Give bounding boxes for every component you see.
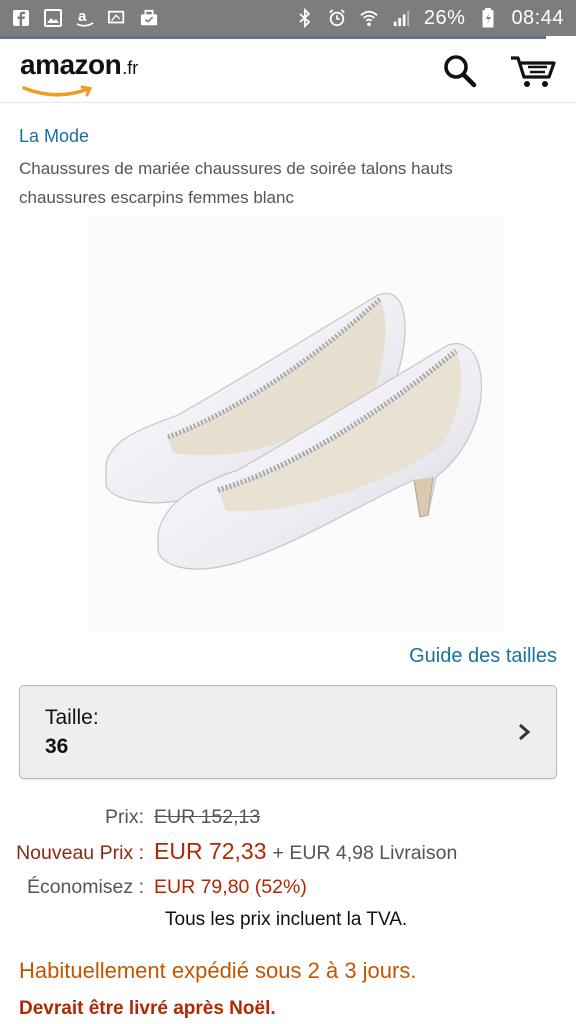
svg-text:a: a (78, 8, 87, 25)
battery-icon (479, 8, 497, 28)
chevron-right-icon (514, 720, 534, 744)
wifi-icon (360, 9, 378, 27)
signal-icon (392, 9, 410, 27)
shipping-cost: + EUR 4,98 Livraison (272, 842, 458, 864)
status-bar: a 26% 08:44 (0, 0, 576, 36)
white-satin-pumps-image (105, 292, 482, 570)
product-title: Chaussures de mariée chaussures de soiré… (19, 159, 453, 207)
search-icon (444, 55, 477, 88)
size-guide-link[interactable]: Guide des tailles (409, 645, 557, 668)
briefcase-icon (140, 9, 158, 27)
list-price-value: EUR 152,13 (154, 806, 261, 828)
tva-note: Tous les prix incluent la TVA. (165, 909, 408, 930)
gallery-icon (44, 9, 62, 27)
logo-tld: .fr (122, 58, 139, 78)
status-left-icons: a (12, 8, 158, 27)
battery-percent: 26% (423, 6, 466, 29)
facebook-icon (12, 9, 30, 27)
search-button[interactable] (440, 51, 480, 91)
logo-wordmark: amazon (20, 49, 122, 80)
amazon-icon: a (76, 8, 94, 27)
delivery-note: Devrait être livré après Noël. (19, 998, 276, 1019)
list-price-row: Prix: EUR 152,13 (0, 806, 260, 829)
savings-value: EUR 79,80 (52%) (154, 876, 307, 898)
savings-label: Économisez : (26, 876, 144, 898)
size-label: Taille: (45, 706, 99, 729)
screen-icon (108, 9, 126, 27)
size-selector[interactable]: Taille: 36 (19, 685, 557, 779)
clock: 08:44 (511, 6, 564, 29)
bluetooth-icon (296, 8, 314, 28)
cart-icon (511, 56, 556, 87)
alarm-icon (328, 9, 346, 27)
logo-smile-icon (22, 85, 93, 97)
amazon-logo[interactable]: amazon .fr (20, 49, 139, 97)
cart-button[interactable] (508, 51, 558, 91)
new-price-value: EUR 72,33 (154, 838, 267, 864)
breadcrumb-category[interactable]: La Mode (19, 126, 89, 147)
savings-row: Économisez : EUR 79,80 (52%) (0, 876, 307, 899)
new-price-label: Nouveau Prix : (16, 842, 144, 864)
new-price-row: Nouveau Prix : EUR 72,33 + EUR 4,98 Livr… (0, 838, 457, 865)
availability-text: Habituellement expédié sous 2 à 3 jours. (19, 958, 417, 983)
list-price-label: Prix: (105, 806, 144, 828)
size-value: 36 (45, 735, 69, 758)
app-header: amazon .fr (0, 39, 576, 103)
product-image[interactable] (88, 215, 504, 633)
status-right-icons: 26% 08:44 (296, 7, 564, 30)
